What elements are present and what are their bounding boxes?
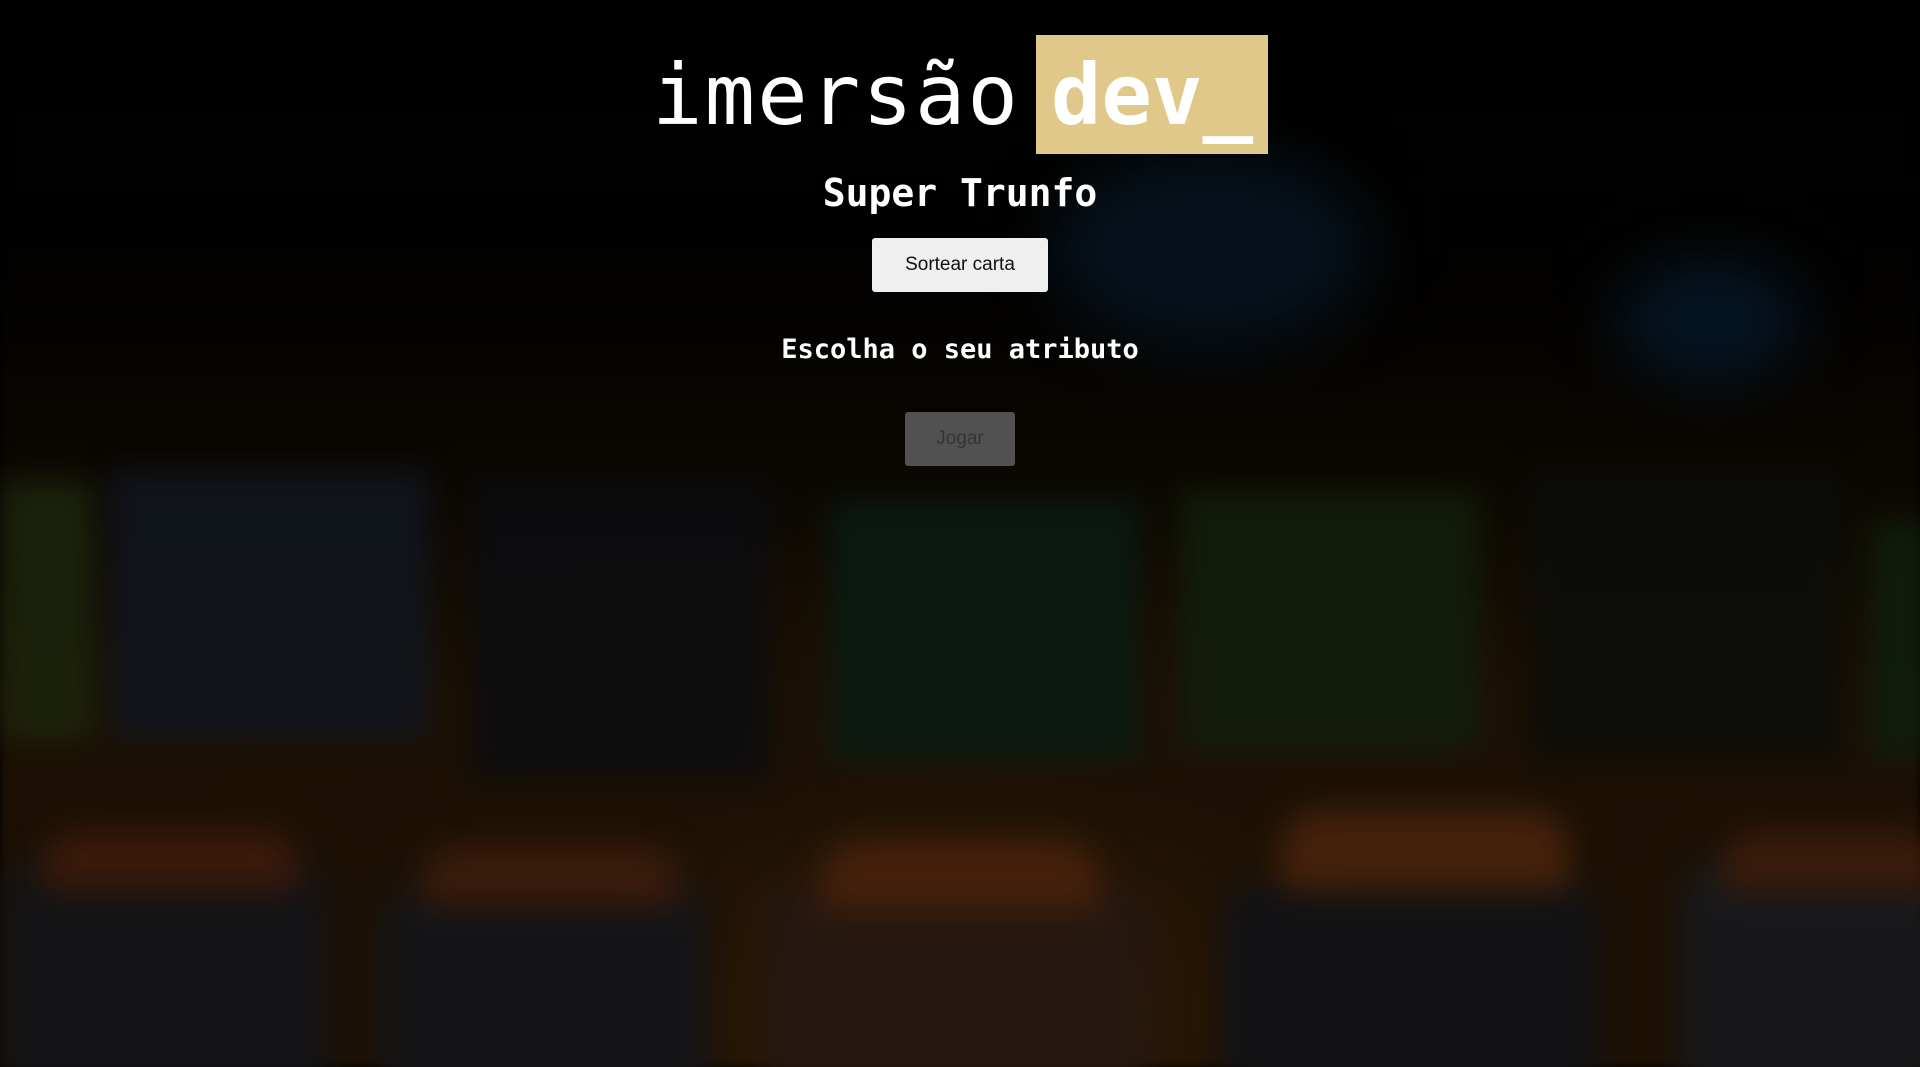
page: imersão dev_ Super Trunfo Sortear carta …	[0, 0, 1920, 1067]
logo: imersão dev_	[652, 35, 1268, 154]
main-content: imersão dev_ Super Trunfo Sortear carta …	[0, 0, 1920, 1067]
draw-card-button[interactable]: Sortear carta	[872, 238, 1048, 292]
logo-highlight-text: dev_	[1050, 45, 1254, 144]
logo-text: imersão	[651, 45, 1020, 144]
logo-highlight-box: dev_	[1036, 35, 1268, 154]
attribute-prompt: Escolha o seu atributo	[781, 334, 1139, 365]
play-button[interactable]: Jogar	[905, 412, 1015, 466]
game-title: Super Trunfo	[822, 171, 1098, 215]
